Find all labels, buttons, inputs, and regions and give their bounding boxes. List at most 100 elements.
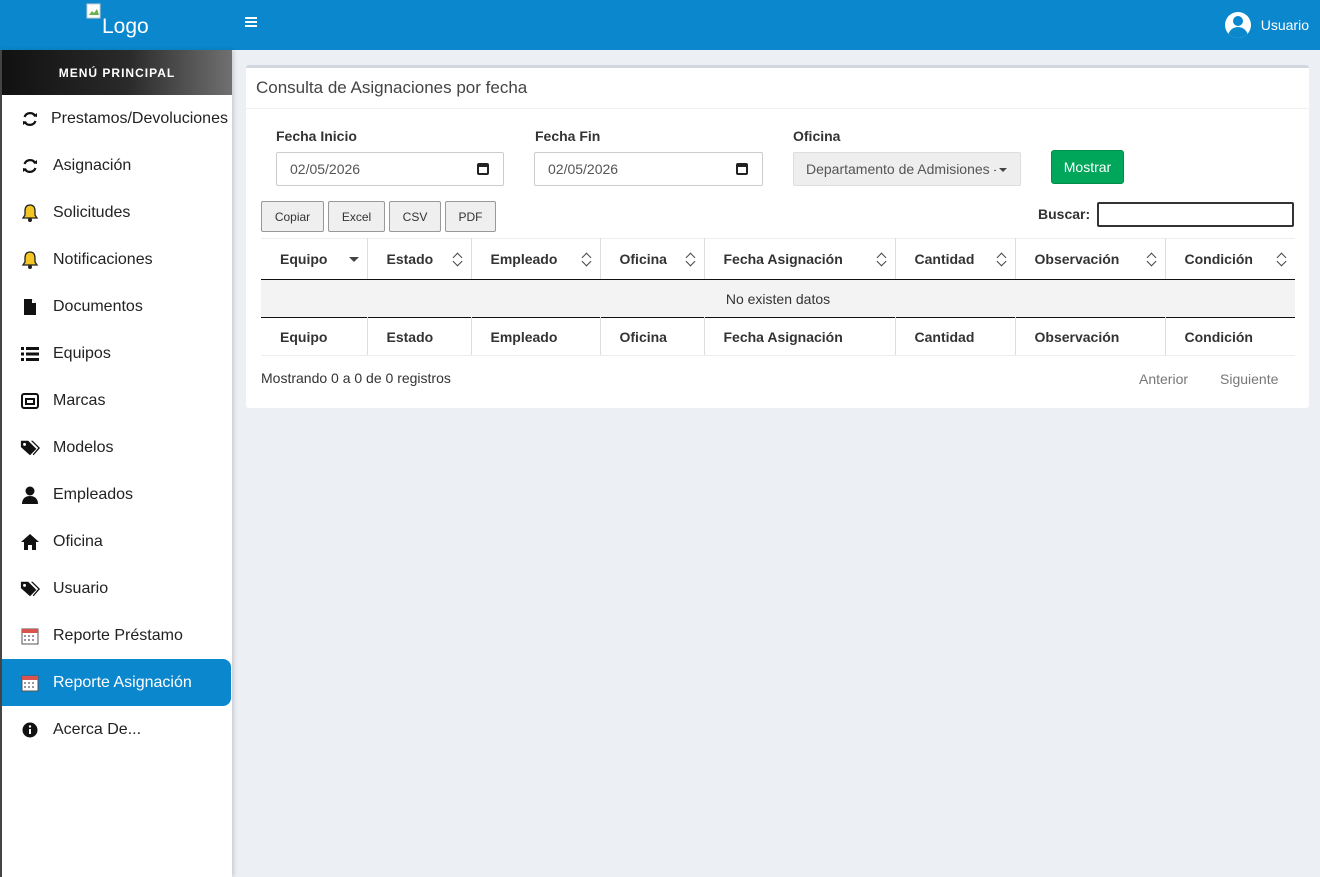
- info-icon: [20, 720, 40, 740]
- refresh-icon: [20, 109, 40, 129]
- sort-icon: [877, 252, 887, 266]
- home-icon: [20, 532, 40, 552]
- bell-icon: [20, 203, 40, 223]
- column-footer-fecha-asignacion: Fecha Asignación: [704, 317, 896, 356]
- sidebar-item-oficina[interactable]: Oficina: [2, 518, 231, 565]
- sidebar-item-asignacion[interactable]: Asignación: [2, 142, 231, 189]
- sidebar-item-notificaciones[interactable]: Notificaciones: [2, 236, 231, 283]
- column-footer-observacion: Observación: [1015, 317, 1166, 356]
- table-footer-row: Equipo Estado Empleado Oficina Fecha Asi…: [261, 317, 1295, 356]
- column-header-fecha-asignacion[interactable]: Fecha Asignación: [704, 238, 896, 280]
- column-footer-oficina: Oficina: [600, 317, 705, 356]
- csv-button[interactable]: CSV: [389, 201, 441, 232]
- column-footer-estado: Estado: [367, 317, 472, 356]
- sidebar-item-equipos[interactable]: Equipos: [2, 330, 231, 377]
- column-header-label: Empleado: [490, 251, 558, 267]
- sidebar-item-label: Equipos: [53, 344, 111, 362]
- sidebar-item-usuario[interactable]: Usuario: [2, 565, 231, 612]
- calendar-picker-icon[interactable]: [736, 163, 748, 175]
- sidebar-item-label: Oficina: [53, 532, 103, 550]
- column-header-observacion[interactable]: Observación: [1015, 238, 1166, 280]
- file-icon: [20, 297, 40, 317]
- sidebar-item-label: Prestamos/Devoluciones: [51, 109, 228, 127]
- sidebar-item-label: Empleados: [53, 485, 134, 503]
- sort-icon: [582, 252, 592, 266]
- sidebar-item-marcas[interactable]: Marcas: [2, 377, 231, 424]
- oficina-label: Oficina: [793, 128, 841, 144]
- logo-area[interactable]: Logo: [0, 0, 230, 50]
- sidebar-item-label: Reporte Préstamo: [53, 626, 183, 644]
- sidebar-item-prestamos[interactable]: Prestamos/Devoluciones: [2, 95, 231, 142]
- column-header-label: Condición: [1184, 251, 1253, 267]
- table-row: No existen datos: [261, 279, 1295, 318]
- sidebar-item-solicitudes[interactable]: Solicitudes: [2, 189, 231, 236]
- oficina-select[interactable]: Departamento de Admisiones -: [793, 152, 1021, 186]
- sidebar-item-label: Solicitudes: [53, 203, 131, 221]
- table-info-text: Mostrando 0 a 0 de 0 registros: [261, 370, 451, 386]
- sort-desc-icon: [348, 257, 359, 262]
- search-label: Buscar:: [1038, 206, 1091, 222]
- sort-icon: [686, 252, 696, 266]
- fecha-inicio-value: 02/05/2026: [290, 161, 361, 177]
- empty-table-message: No existen datos: [261, 279, 1295, 318]
- column-footer-condicion: Condición: [1165, 317, 1295, 356]
- fecha-inicio-label: Fecha Inicio: [276, 128, 357, 144]
- column-header-cantidad[interactable]: Cantidad: [895, 238, 1016, 280]
- window-icon: [20, 391, 40, 411]
- sidebar-item-label: Reporte Asignación: [53, 673, 192, 691]
- column-header-empleado[interactable]: Empleado: [471, 238, 601, 280]
- page-title: Consulta de Asignaciones por fecha: [256, 78, 528, 97]
- refresh-icon: [20, 156, 40, 176]
- column-header-estado[interactable]: Estado: [367, 238, 472, 280]
- column-header-label: Observación: [1034, 251, 1120, 267]
- sort-icon: [1277, 252, 1287, 266]
- column-header-label: Cantidad: [914, 251, 975, 267]
- calendar-icon: [20, 673, 40, 693]
- broken-image-icon: [86, 3, 101, 19]
- calendar-icon: [20, 626, 40, 646]
- column-header-label: Equipo: [280, 251, 328, 267]
- tags-icon: [20, 438, 40, 458]
- user-name: Usuario: [1260, 17, 1309, 33]
- fecha-inicio-input[interactable]: 02/05/2026: [276, 152, 504, 186]
- excel-button[interactable]: Excel: [328, 201, 385, 232]
- oficina-selected-value: Departamento de Admisiones -: [806, 161, 996, 177]
- sidebar-title: MENÚ PRINCIPAL: [2, 50, 232, 95]
- assignments-table: Equipo Estado Empleado Oficina Fecha Asi…: [261, 238, 1295, 356]
- sidebar-item-label: Modelos: [53, 438, 114, 456]
- column-header-label: Oficina: [619, 251, 667, 267]
- pagination-prev-button[interactable]: Anterior: [1139, 371, 1188, 387]
- bell-icon: [20, 250, 40, 270]
- sidebar-item-label: Acerca De...: [53, 720, 142, 738]
- sidebar-item-documentos[interactable]: Documentos: [2, 283, 231, 330]
- calendar-picker-icon[interactable]: [477, 163, 489, 175]
- fecha-fin-input[interactable]: 02/05/2026: [534, 152, 763, 186]
- copy-button[interactable]: Copiar: [261, 201, 324, 232]
- sidebar-item-reporte-prestamo[interactable]: Reporte Préstamo: [2, 612, 231, 659]
- list-icon: [20, 344, 40, 364]
- sidebar-item-label: Marcas: [53, 391, 106, 409]
- pdf-button[interactable]: PDF: [445, 201, 496, 232]
- logo-alt-text: Logo: [102, 15, 149, 38]
- sidebar: MENÚ PRINCIPAL Prestamos/Devoluciones As…: [0, 50, 232, 877]
- sidebar-item-acerca-de[interactable]: Acerca De...: [2, 706, 231, 753]
- column-footer-empleado: Empleado: [471, 317, 601, 356]
- column-header-condicion[interactable]: Condición: [1165, 238, 1295, 280]
- sidebar-item-modelos[interactable]: Modelos: [2, 424, 231, 471]
- column-header-oficina[interactable]: Oficina: [600, 238, 705, 280]
- sidebar-item-empleados[interactable]: Empleados: [2, 471, 231, 518]
- sidebar-item-reporte-asignacion[interactable]: Reporte Asignación: [2, 659, 231, 706]
- column-header-equipo[interactable]: Equipo: [261, 238, 368, 280]
- column-footer-equipo: Equipo: [261, 317, 368, 356]
- mostrar-button[interactable]: Mostrar: [1051, 150, 1124, 184]
- sort-icon: [997, 252, 1007, 266]
- user-menu[interactable]: Usuario: [1224, 12, 1309, 38]
- sidebar-item-label: Notificaciones: [53, 250, 153, 268]
- search-input[interactable]: [1097, 202, 1294, 227]
- column-header-label: Estado: [386, 251, 434, 267]
- table-header-row: Equipo Estado Empleado Oficina Fecha Asi…: [261, 238, 1295, 280]
- column-header-label: Fecha Asignación: [723, 251, 843, 267]
- sidebar-toggle-button[interactable]: [245, 17, 259, 31]
- pagination-next-button[interactable]: Siguiente: [1220, 371, 1278, 387]
- tags-icon: [20, 579, 40, 599]
